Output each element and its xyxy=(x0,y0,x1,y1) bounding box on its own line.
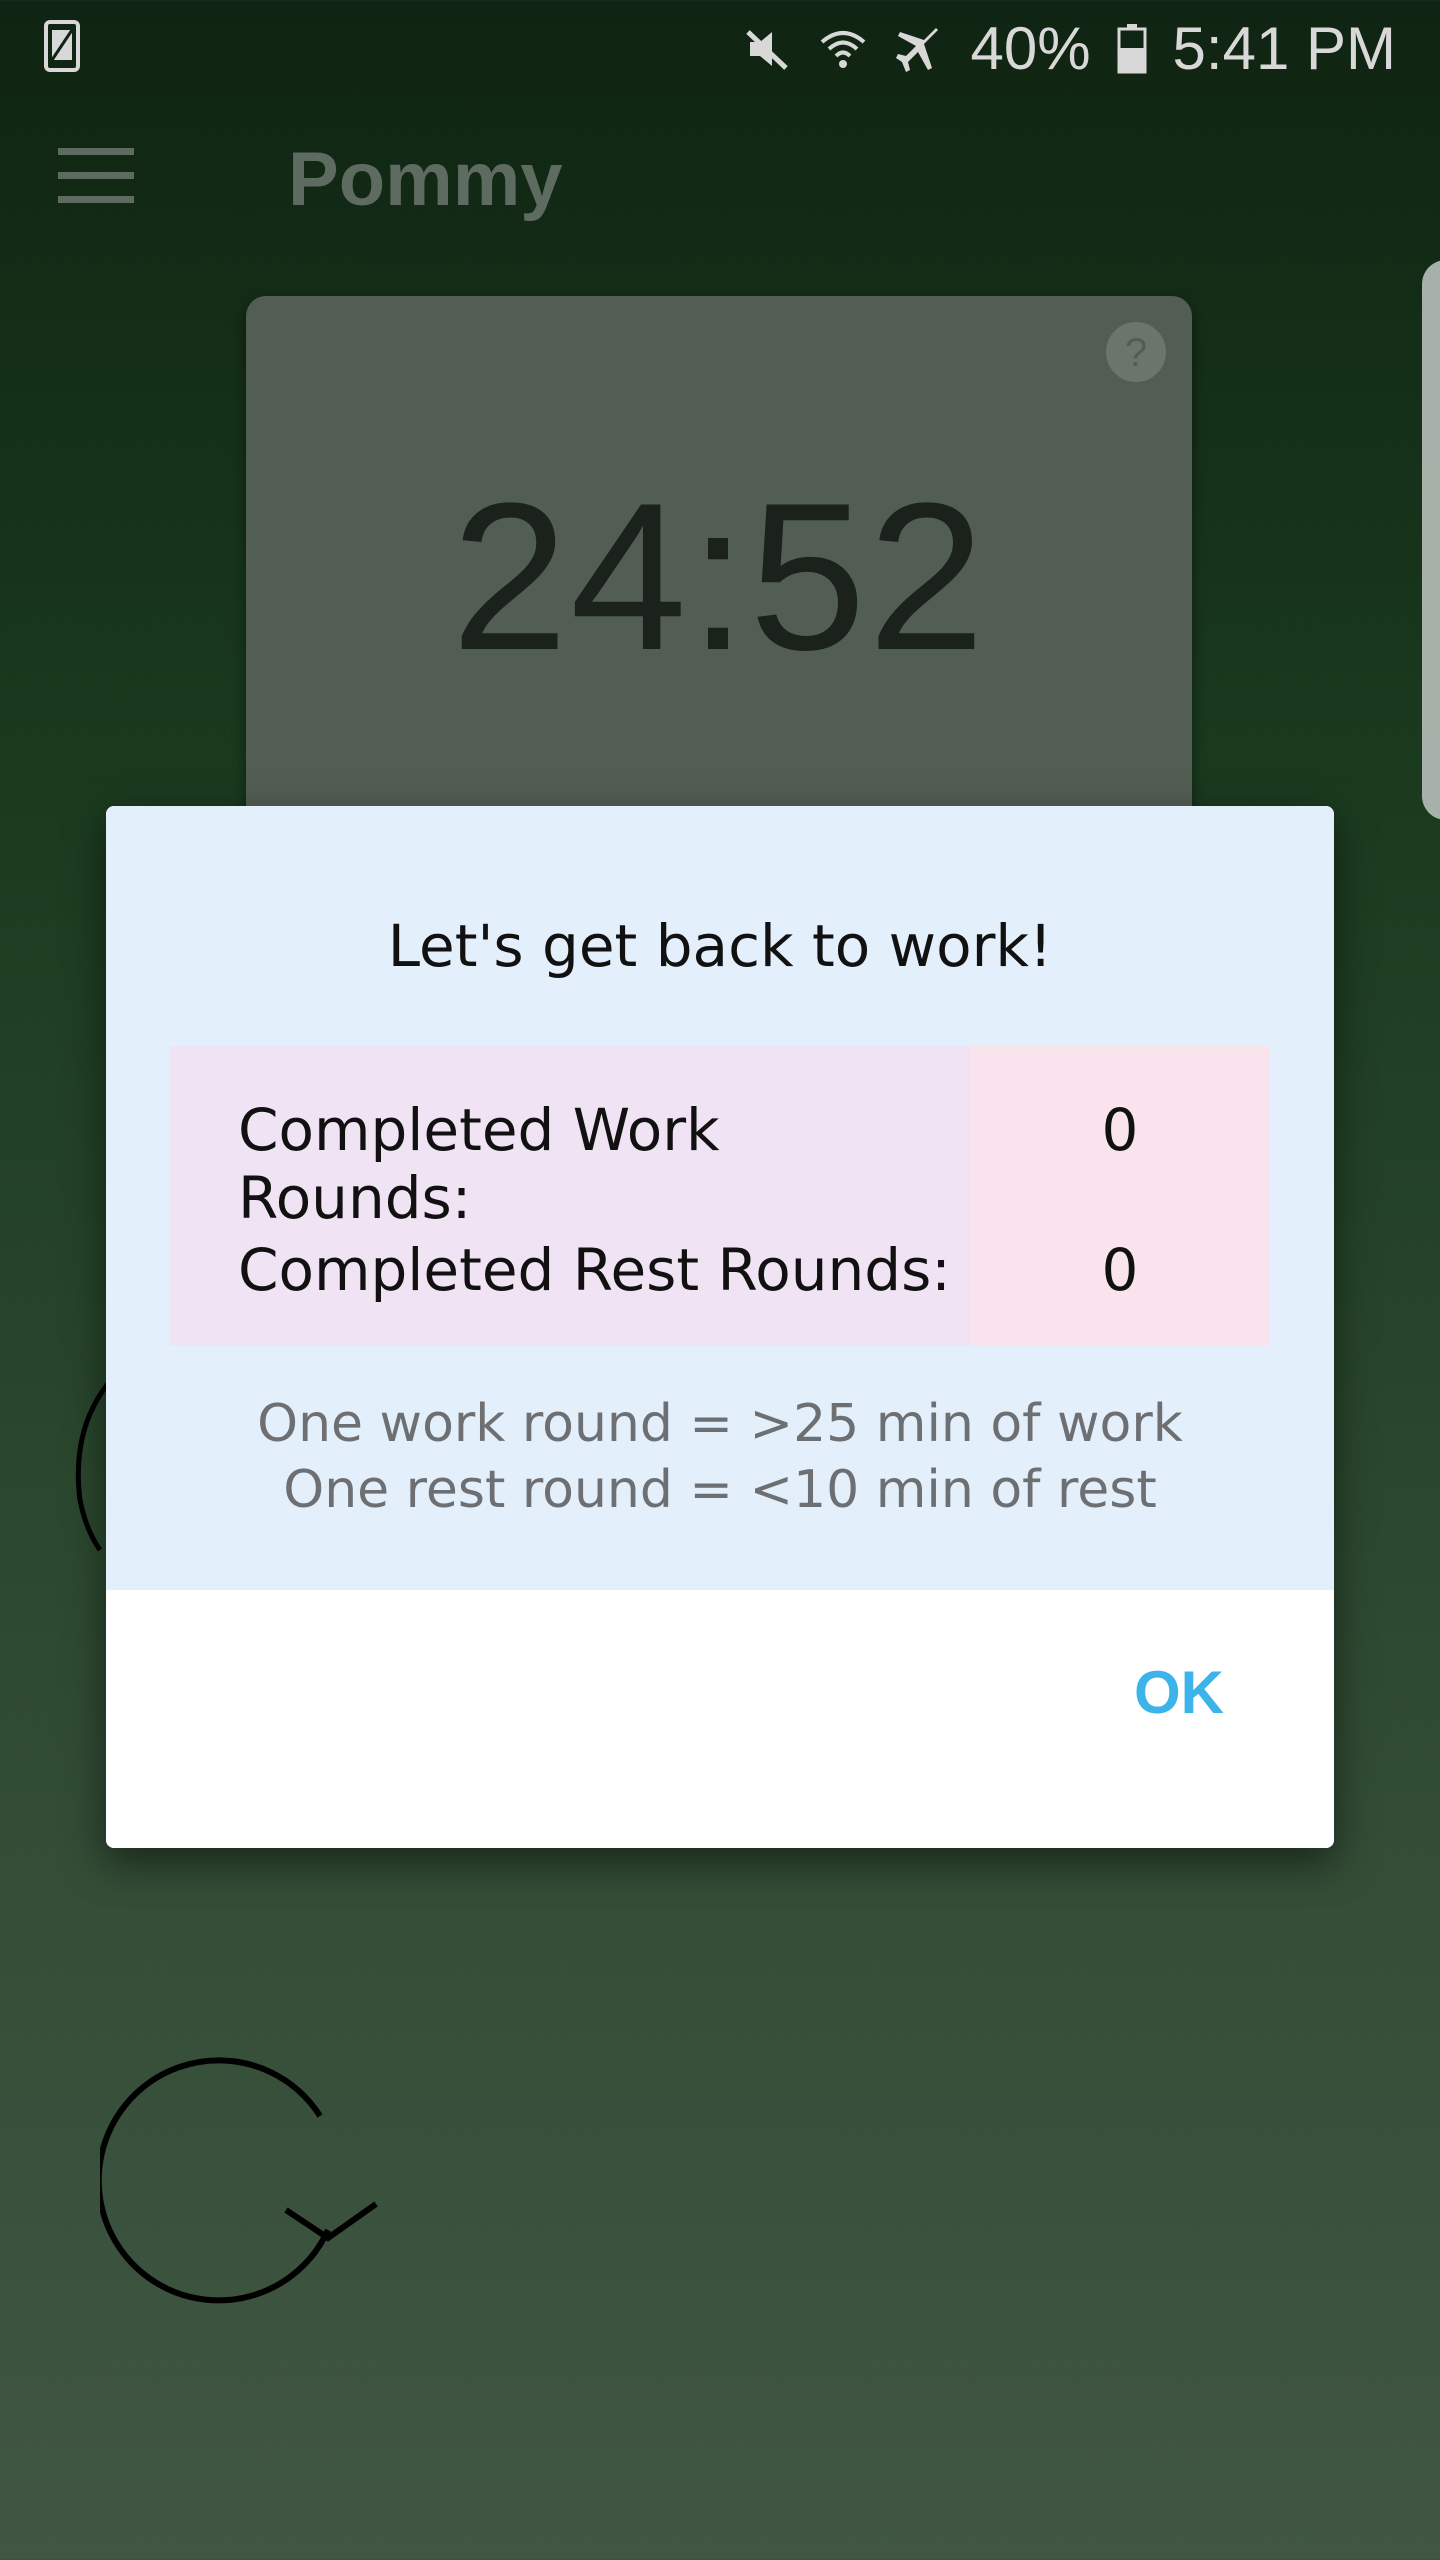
app-bar: Pommy xyxy=(0,96,1440,256)
mute-icon xyxy=(746,29,789,70)
side-panel-edge[interactable] xyxy=(1422,260,1440,820)
clock: 5:41 PM xyxy=(1172,15,1396,82)
timer-display: 24:52 xyxy=(451,459,987,694)
status-bar: 40% 5:41 PM xyxy=(0,0,1440,96)
battery-icon xyxy=(1117,23,1147,73)
reset-icon[interactable] xyxy=(100,2050,400,2320)
airplane-icon xyxy=(896,27,939,72)
rounds-table: Completed Work Rounds: Completed Rest Ro… xyxy=(170,1046,1270,1346)
help-icon[interactable]: ? xyxy=(1104,320,1168,384)
rounds-values-column: 0 0 xyxy=(970,1046,1270,1346)
svg-text:?: ? xyxy=(1125,331,1147,375)
rounds-dialog: Let's get back to work! Completed Work R… xyxy=(106,806,1334,1848)
rest-rounds-value: 0 xyxy=(1101,1236,1139,1304)
screenshot-icon xyxy=(44,20,80,72)
rounds-labels-column: Completed Work Rounds: Completed Rest Ro… xyxy=(170,1046,970,1346)
app-title: Pommy xyxy=(288,137,563,222)
rest-rounds-label: Completed Rest Rounds: xyxy=(238,1236,951,1304)
dialog-footer: OK xyxy=(106,1590,1334,1848)
work-rounds-value: 0 xyxy=(1101,1096,1139,1164)
dialog-body: Let's get back to work! Completed Work R… xyxy=(106,806,1334,1590)
ok-button[interactable]: OK xyxy=(1124,1650,1234,1735)
wifi-icon xyxy=(821,30,866,68)
rest-round-note: One rest round = <10 min of rest xyxy=(283,1460,1157,1520)
dialog-title: Let's get back to work! xyxy=(387,912,1053,980)
work-rounds-label: Completed Work Rounds: xyxy=(238,1096,720,1232)
battery-percent: 40% xyxy=(970,15,1091,82)
menu-icon[interactable] xyxy=(58,148,134,204)
work-round-note: One work round = >25 min of work xyxy=(257,1394,1183,1454)
